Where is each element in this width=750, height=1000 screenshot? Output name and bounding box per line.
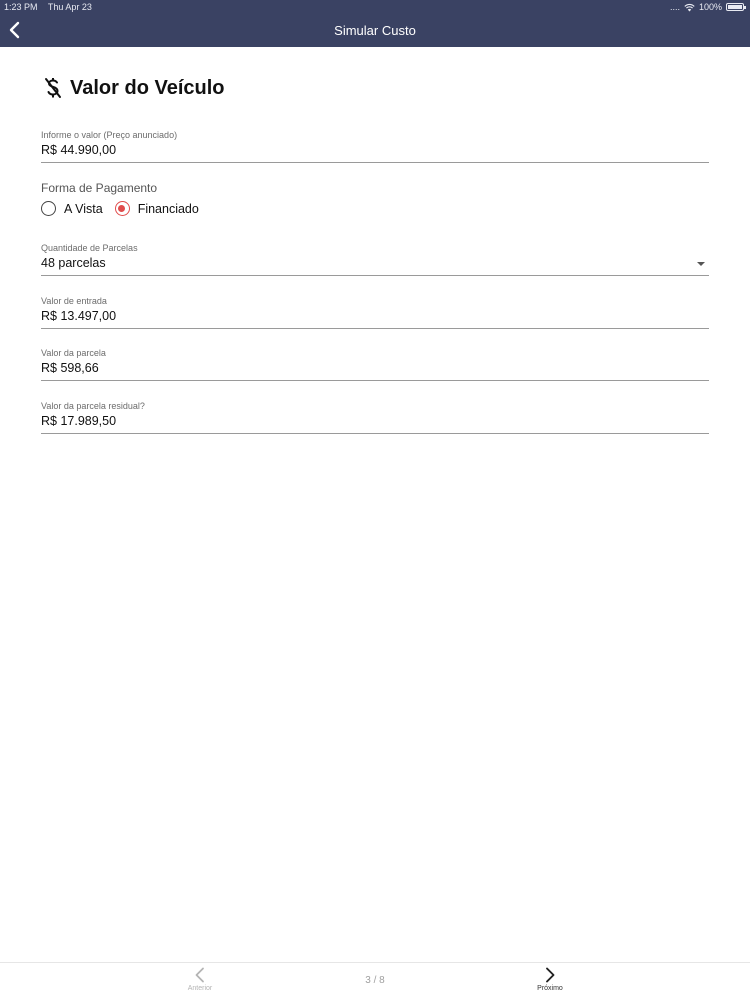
down-payment-label: Valor de entrada [41, 296, 107, 306]
section-header: Valor do Veículo [42, 76, 225, 100]
residual-label: Valor da parcela residual? [41, 401, 145, 411]
battery-icon [726, 3, 746, 11]
wifi-icon [684, 3, 695, 11]
installments-value[interactable]: 48 parcelas [41, 254, 709, 275]
status-date: Thu Apr 23 [47, 2, 92, 12]
down-payment-field[interactable]: Valor de entrada R$ 13.497,00 [41, 295, 709, 329]
price-input[interactable]: R$ 44.990,00 [41, 141, 709, 162]
next-label: Próximo [537, 985, 563, 992]
chevron-left-icon [195, 967, 204, 983]
radio-financiado-label: Financiado [137, 201, 199, 216]
radio-financiado[interactable]: Financiado [114, 201, 199, 216]
next-button[interactable]: Próximo [520, 967, 580, 992]
signal-dots: .... [669, 2, 680, 12]
payment-label: Forma de Pagamento [41, 181, 158, 195]
previous-button[interactable]: Anterior [170, 967, 230, 992]
payment-radio-group: A Vista Financiado [41, 201, 211, 216]
installment-value-field[interactable]: Valor da parcela R$ 598,66 [41, 347, 709, 381]
dropdown-arrow-icon[interactable] [697, 262, 705, 266]
battery-percent: 100% [698, 2, 722, 12]
page-title: Simular Custo [334, 23, 416, 38]
nav-bar: Simular Custo [0, 14, 750, 47]
section-title: Valor do Veículo [70, 76, 225, 99]
installments-label: Quantidade de Parcelas [41, 243, 138, 253]
radio-a-vista-circle[interactable] [41, 201, 56, 216]
status-bar: 1:23 PM Thu Apr 23 .... 100% [0, 0, 750, 14]
dollar-off-icon [45, 78, 61, 98]
status-time: 1:23 PM [4, 2, 38, 12]
residual-input[interactable]: R$ 17.989,50 [41, 412, 709, 433]
radio-financiado-circle[interactable] [114, 201, 130, 216]
battery-fill [728, 5, 742, 9]
page-indicator: 3 / 8 [365, 975, 385, 986]
installment-value-input[interactable]: R$ 598,66 [41, 359, 709, 380]
price-field[interactable]: Informe o valor (Preço anunciado) R$ 44.… [41, 129, 709, 163]
installment-value-label: Valor da parcela [41, 348, 106, 358]
chevron-right-icon [546, 967, 555, 983]
residual-field[interactable]: Valor da parcela residual? R$ 17.989,50 [41, 400, 709, 434]
installments-select[interactable]: Quantidade de Parcelas 48 parcelas [41, 242, 709, 276]
price-label: Informe o valor (Preço anunciado) [41, 130, 178, 140]
radio-a-vista-label: A Vista [64, 201, 103, 216]
radio-a-vista[interactable]: A Vista [41, 201, 103, 216]
down-payment-input[interactable]: R$ 13.497,00 [41, 307, 709, 328]
previous-label: Anterior [187, 985, 213, 992]
bottom-nav: Anterior 3 / 8 Próximo [0, 962, 750, 1000]
